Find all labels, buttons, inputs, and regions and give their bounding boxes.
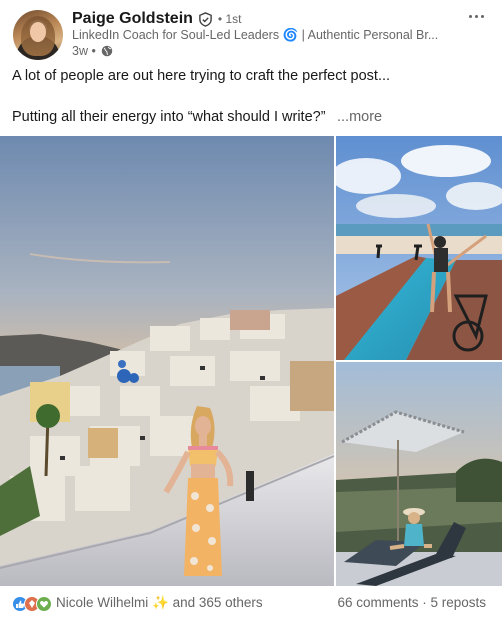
author-name[interactable]: Paige Goldstein (72, 10, 193, 28)
post-image-lounger[interactable] (336, 362, 502, 586)
ellipsis-icon (468, 14, 472, 18)
globe-icon (101, 45, 113, 57)
reaction-icons[interactable] (12, 596, 54, 612)
post-image-santorini[interactable] (0, 136, 334, 586)
likers-others: and 365 others (172, 595, 263, 610)
comments-reposts-count[interactable]: 66 comments · 5 reposts (337, 595, 486, 610)
support-reaction-icon (36, 596, 52, 612)
post-image-pool[interactable] (336, 136, 502, 360)
author-name-row: Paige Goldstein • 1st (72, 9, 241, 29)
post-text-line-2: Putting all their energy into “what shou… (12, 109, 326, 125)
post-meta: 3w • (72, 44, 113, 58)
likers-summary[interactable]: Nicole Wilhelmi ✨ and 365 others (56, 595, 263, 611)
verified-shield-icon (199, 11, 212, 27)
more-options-button[interactable] (462, 4, 490, 28)
author-avatar[interactable] (13, 10, 63, 60)
post-text-line-1: A lot of people are out here trying to c… (12, 68, 391, 84)
author-headline: LinkedIn Coach for Soul-Led Leaders 🌀 | … (72, 28, 439, 42)
liker-name: Nicole Wilhelmi (56, 595, 149, 610)
social-counts-bar: Nicole Wilhelmi ✨ and 365 others 66 comm… (0, 588, 502, 619)
sparkle-icon: ✨ (152, 595, 169, 610)
see-more-link[interactable]: ...more (337, 109, 382, 125)
post-header: Paige Goldstein • 1st LinkedIn Coach for… (0, 0, 502, 64)
post-time: 3w • (72, 44, 96, 58)
connection-degree: • 1st (217, 12, 242, 26)
